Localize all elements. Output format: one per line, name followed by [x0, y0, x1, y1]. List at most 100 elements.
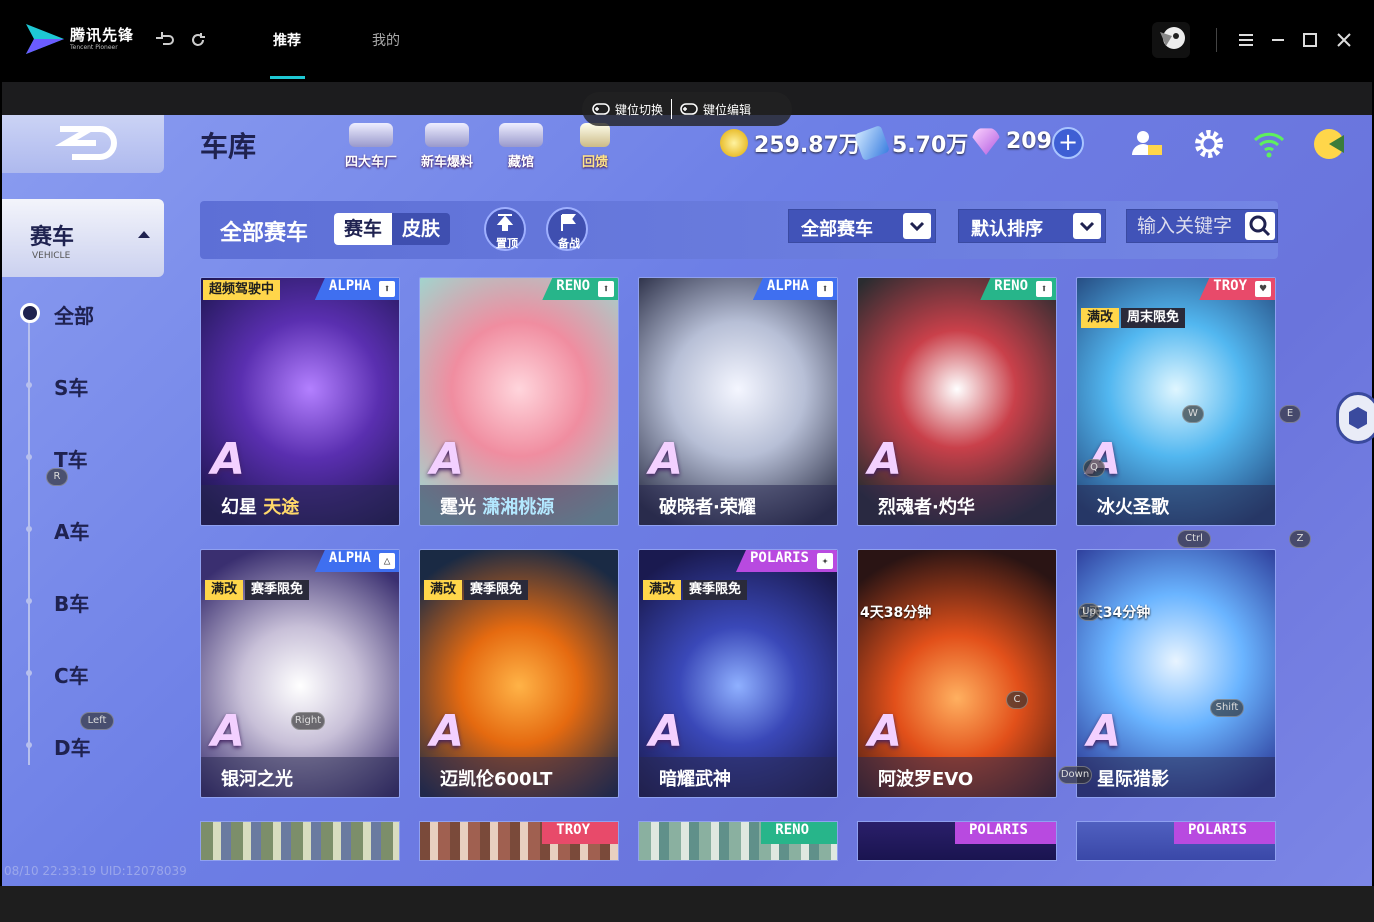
gamepad-icon	[592, 103, 610, 115]
car-card[interactable]: POLARIS ✦ 满改 赛季限免 A 暗耀武神	[638, 549, 838, 798]
avatar[interactable]	[1152, 22, 1190, 58]
sidebar-item-d[interactable]: D车	[2, 730, 152, 760]
undo-icon[interactable]	[156, 30, 176, 50]
sidebar-item-label: C车	[54, 664, 89, 688]
car-card[interactable]: RENO ⬆ A 霆光 潇湘桃源	[419, 277, 619, 526]
keyhint-up: Up	[1078, 603, 1100, 621]
tag-free: 赛季限免	[464, 580, 529, 600]
maximize-icon[interactable]	[1300, 30, 1320, 50]
sidebar-item-all[interactable]: 全部	[2, 298, 152, 328]
add-currency-button[interactable]: +	[1052, 127, 1084, 159]
card-name: 阿波罗EVO	[878, 769, 974, 790]
car-card[interactable]: RENO ⬆ A 烈魂者·灼华	[857, 277, 1057, 526]
car-card[interactable]: 满改 赛季限免 A 迈凯伦600LT	[419, 549, 619, 798]
dot-icon	[26, 454, 32, 460]
sidebar-item-c[interactable]: C车	[2, 658, 152, 688]
class-badge: ALPHA ⬆	[752, 278, 837, 300]
car-card-partial[interactable]: POLARIS	[1076, 821, 1276, 861]
grade-letter: A	[649, 434, 684, 485]
keymap-switch-button[interactable]: 键位切换	[592, 101, 663, 118]
sidebar-item-s[interactable]: S车	[2, 370, 152, 400]
pin-top-button[interactable]: 置顶	[484, 207, 526, 251]
class-badge: POLARIS	[954, 822, 1056, 844]
selected-dot-icon	[20, 303, 40, 323]
car-card[interactable]: ALPHA ⬆ A 破晓者·荣耀	[638, 277, 838, 526]
pin-icon[interactable]: ⬆	[817, 281, 833, 297]
sort-dropdown[interactable]: 默认排序	[958, 209, 1106, 243]
car-card[interactable]: TROY ♥ 满改 周末限免 A 冰火圣歌	[1076, 277, 1276, 526]
ticket-value: 5.70万	[892, 133, 969, 158]
car-type-dropdown[interactable]: 全部赛车	[788, 209, 936, 243]
tab-recommend[interactable]: 推荐	[273, 30, 301, 50]
card-name: 烈魂者·灼华	[878, 497, 975, 518]
nav-museum[interactable]: 藏馆	[486, 123, 556, 170]
search-icon[interactable]	[1245, 212, 1275, 240]
tag-free: 周末限免	[1121, 308, 1186, 328]
sort-value: 默认排序	[971, 219, 1043, 240]
class-badge: TROY ♥	[1199, 278, 1275, 300]
keyhint-left: Left	[80, 712, 114, 730]
keybar-separator	[671, 99, 673, 119]
app-logo: 腾讯先锋 Tencent Pioneer	[24, 22, 134, 56]
pin-top-label: 置顶	[496, 237, 518, 250]
card-tags: 满改 赛季限免	[643, 580, 748, 600]
car-card-partial[interactable]: POLARIS	[857, 821, 1057, 861]
car-card[interactable]: ALPHA △ 满改 赛季限免 A 银河之光	[200, 549, 400, 798]
close-icon[interactable]	[1334, 30, 1354, 50]
friends-mail-icon[interactable]	[1130, 127, 1164, 161]
pin-icon[interactable]: ⬆	[1036, 281, 1052, 297]
tag-free: 赛季限免	[683, 580, 748, 600]
chevron-down-icon	[903, 213, 931, 239]
gamepad-edit-icon	[680, 103, 698, 115]
bottom-bar	[0, 886, 1374, 922]
keyhint-e: E	[1279, 405, 1301, 423]
rental-timer: 4天38分钟	[860, 605, 932, 621]
card-tags: 满改 周末限免	[1081, 308, 1186, 328]
card-name: 霆光 潇湘桃源	[440, 497, 555, 518]
nav-feedback[interactable]: 回馈	[560, 123, 630, 170]
nav-factory[interactable]: 四大车厂	[336, 123, 406, 170]
keyhint-ctrl: Ctrl	[1177, 530, 1211, 548]
toggle-cars[interactable]: 赛车	[334, 213, 393, 245]
triangle-icon[interactable]: △	[379, 553, 395, 569]
toggle-skins[interactable]: 皮肤	[392, 213, 451, 245]
tab-mine[interactable]: 我的	[372, 30, 400, 50]
backup-button[interactable]: 备战	[546, 207, 588, 251]
floating-ball-button[interactable]	[1336, 392, 1374, 444]
car-card[interactable]: ALPHA ⬆ 超频驾驶中 A 幻星 天途	[200, 277, 400, 526]
car-card-partial[interactable]	[200, 821, 400, 861]
minimize-icon[interactable]	[1268, 30, 1288, 50]
category-selector[interactable]: 赛车 VEHICLE	[2, 199, 164, 277]
keymap-edit-button[interactable]: 键位编辑	[680, 101, 751, 118]
settings-gear-icon[interactable]	[1192, 127, 1226, 161]
sidebar-item-b[interactable]: B车	[2, 586, 152, 616]
pacman-menu-icon[interactable]	[1312, 127, 1346, 161]
game-logo	[2, 115, 164, 173]
sidebar-item-a[interactable]: A车	[2, 514, 152, 544]
heart-icon[interactable]: ♥	[1255, 281, 1271, 297]
car-card-partial[interactable]: RENO	[638, 821, 838, 861]
search-input[interactable]	[1127, 210, 1245, 242]
coin-icon	[720, 129, 748, 157]
car-card[interactable]: 1天34分钟 A 星际猎影	[1076, 549, 1276, 798]
category-label: 赛车	[30, 225, 75, 250]
grade-letter: A	[211, 706, 246, 757]
keyhint-z: Z	[1289, 530, 1311, 548]
menu-icon[interactable]	[1236, 30, 1256, 50]
nav-new-car-label: 新车爆料	[420, 155, 473, 170]
refresh-icon[interactable]	[188, 30, 208, 50]
card-tags: 满改 赛季限免	[205, 580, 310, 600]
nav-factory-label: 四大车厂	[344, 155, 397, 170]
pin-icon[interactable]: ⬆	[379, 281, 395, 297]
sidebar-item-t[interactable]: T车	[2, 442, 152, 472]
car-card-partial[interactable]: TROY	[419, 821, 619, 861]
star-icon[interactable]: ✦	[817, 553, 833, 569]
card-name: 暗耀武神	[659, 769, 731, 790]
title-bar: 腾讯先锋 Tencent Pioneer 推荐 我的	[0, 0, 1374, 80]
card-tags: 满改 赛季限免	[424, 580, 529, 600]
chevron-down-icon	[1073, 213, 1101, 239]
title-separator	[1216, 28, 1217, 52]
nav-new-car[interactable]: 新车爆料	[412, 123, 482, 170]
pin-icon[interactable]: ⬆	[598, 281, 614, 297]
car-card[interactable]: 4天38分钟 A 阿波罗EVO	[857, 549, 1057, 798]
